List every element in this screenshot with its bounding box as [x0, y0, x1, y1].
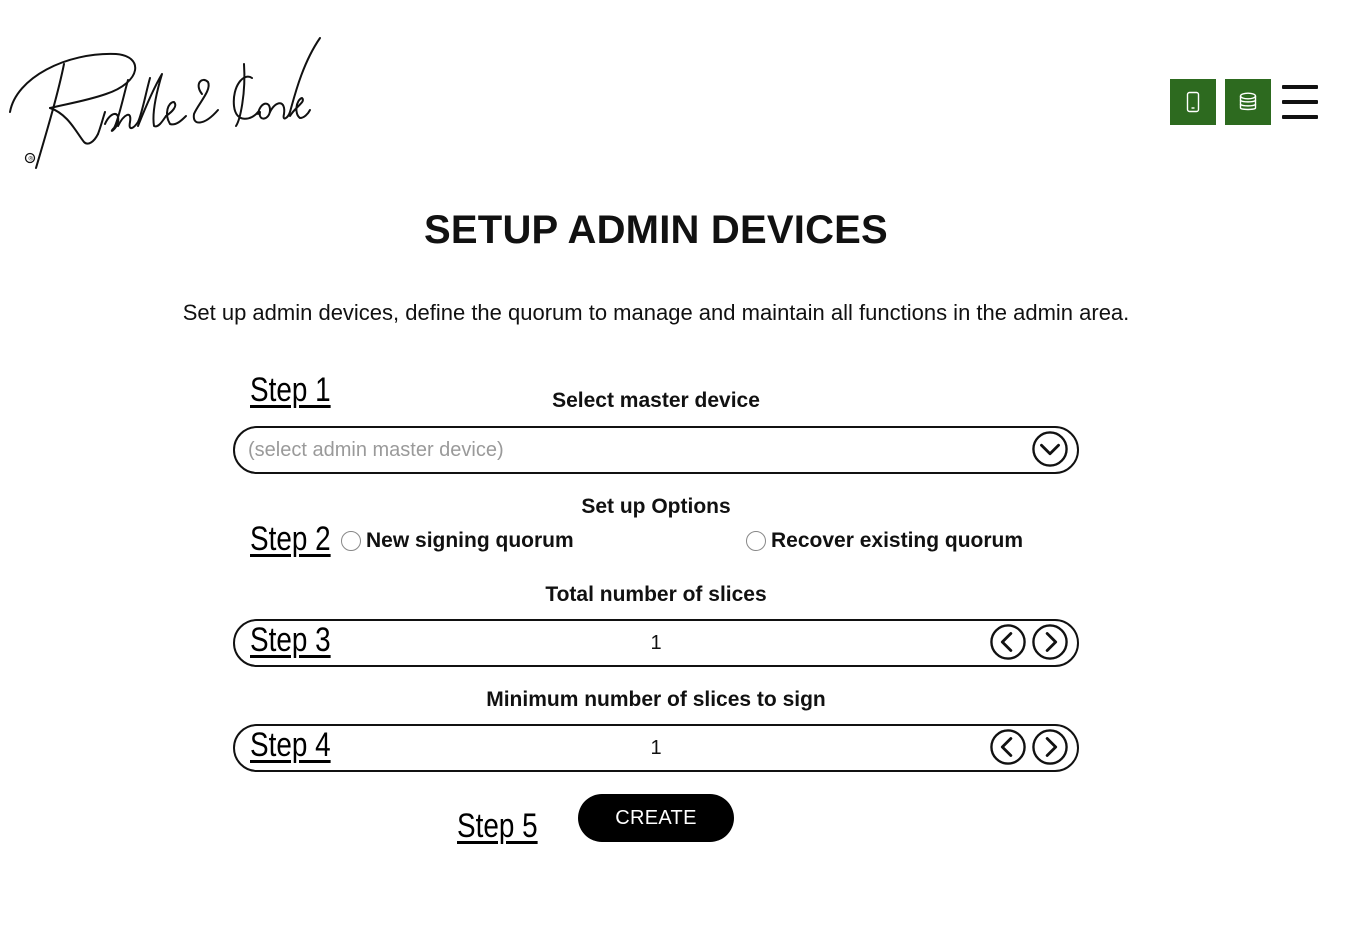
create-button[interactable]: CREATE — [578, 794, 734, 842]
page-description: Set up admin devices, define the quorum … — [182, 300, 1130, 325]
minimum-slices-label: Minimum number of slices to sign — [486, 688, 826, 711]
recover-existing-quorum-option[interactable]: Recover existing quorum — [746, 529, 1023, 553]
minimum-slices-field: 1 — [233, 724, 1079, 772]
master-device-placeholder: (select admin master device) — [248, 439, 504, 461]
total-slices-label: Total number of slices — [545, 583, 767, 606]
step-5-label: Step 5 — [457, 807, 538, 845]
page: ® SETUP ADMIN DEVICES Set up admin devic… — [0, 0, 1364, 942]
recover-existing-quorum-label: Recover existing quorum — [771, 529, 1024, 552]
smartphone-icon — [1186, 91, 1200, 113]
chevron-left-icon[interactable] — [990, 624, 1026, 660]
header-actions — [1170, 79, 1318, 125]
database-button[interactable] — [1225, 79, 1271, 125]
chevron-right-icon[interactable] — [1032, 729, 1068, 765]
setup-options-label: Set up Options — [581, 495, 731, 518]
step-2-label: Step 2 — [250, 520, 331, 558]
minimum-slices-value[interactable]: 1 — [235, 737, 1077, 760]
chevron-right-icon[interactable] — [1032, 624, 1068, 660]
chevron-left-icon[interactable] — [990, 729, 1026, 765]
total-slices-value[interactable]: 1 — [235, 632, 1077, 655]
recover-existing-quorum-radio[interactable] — [746, 531, 766, 551]
page-title: SETUP ADMIN DEVICES — [424, 208, 888, 252]
select-master-device-label: Select master device — [552, 389, 760, 412]
new-signing-quorum-label: New signing quorum — [366, 529, 574, 552]
step-3-label: Step 3 — [250, 621, 331, 659]
total-slices-field: 1 — [233, 619, 1079, 667]
registered-mark: ® — [28, 156, 34, 163]
new-signing-quorum-option[interactable]: New signing quorum — [341, 529, 574, 553]
new-signing-quorum-radio[interactable] — [341, 531, 361, 551]
chevron-down-icon[interactable] — [1032, 431, 1068, 467]
riddle-and-code-logo: ® — [9, 37, 321, 169]
master-device-select[interactable]: (select admin master device) — [233, 426, 1079, 474]
step-4-label: Step 4 — [250, 726, 331, 764]
hamburger-menu-icon[interactable] — [1282, 85, 1318, 119]
database-icon — [1239, 92, 1257, 111]
device-button[interactable] — [1170, 79, 1216, 125]
